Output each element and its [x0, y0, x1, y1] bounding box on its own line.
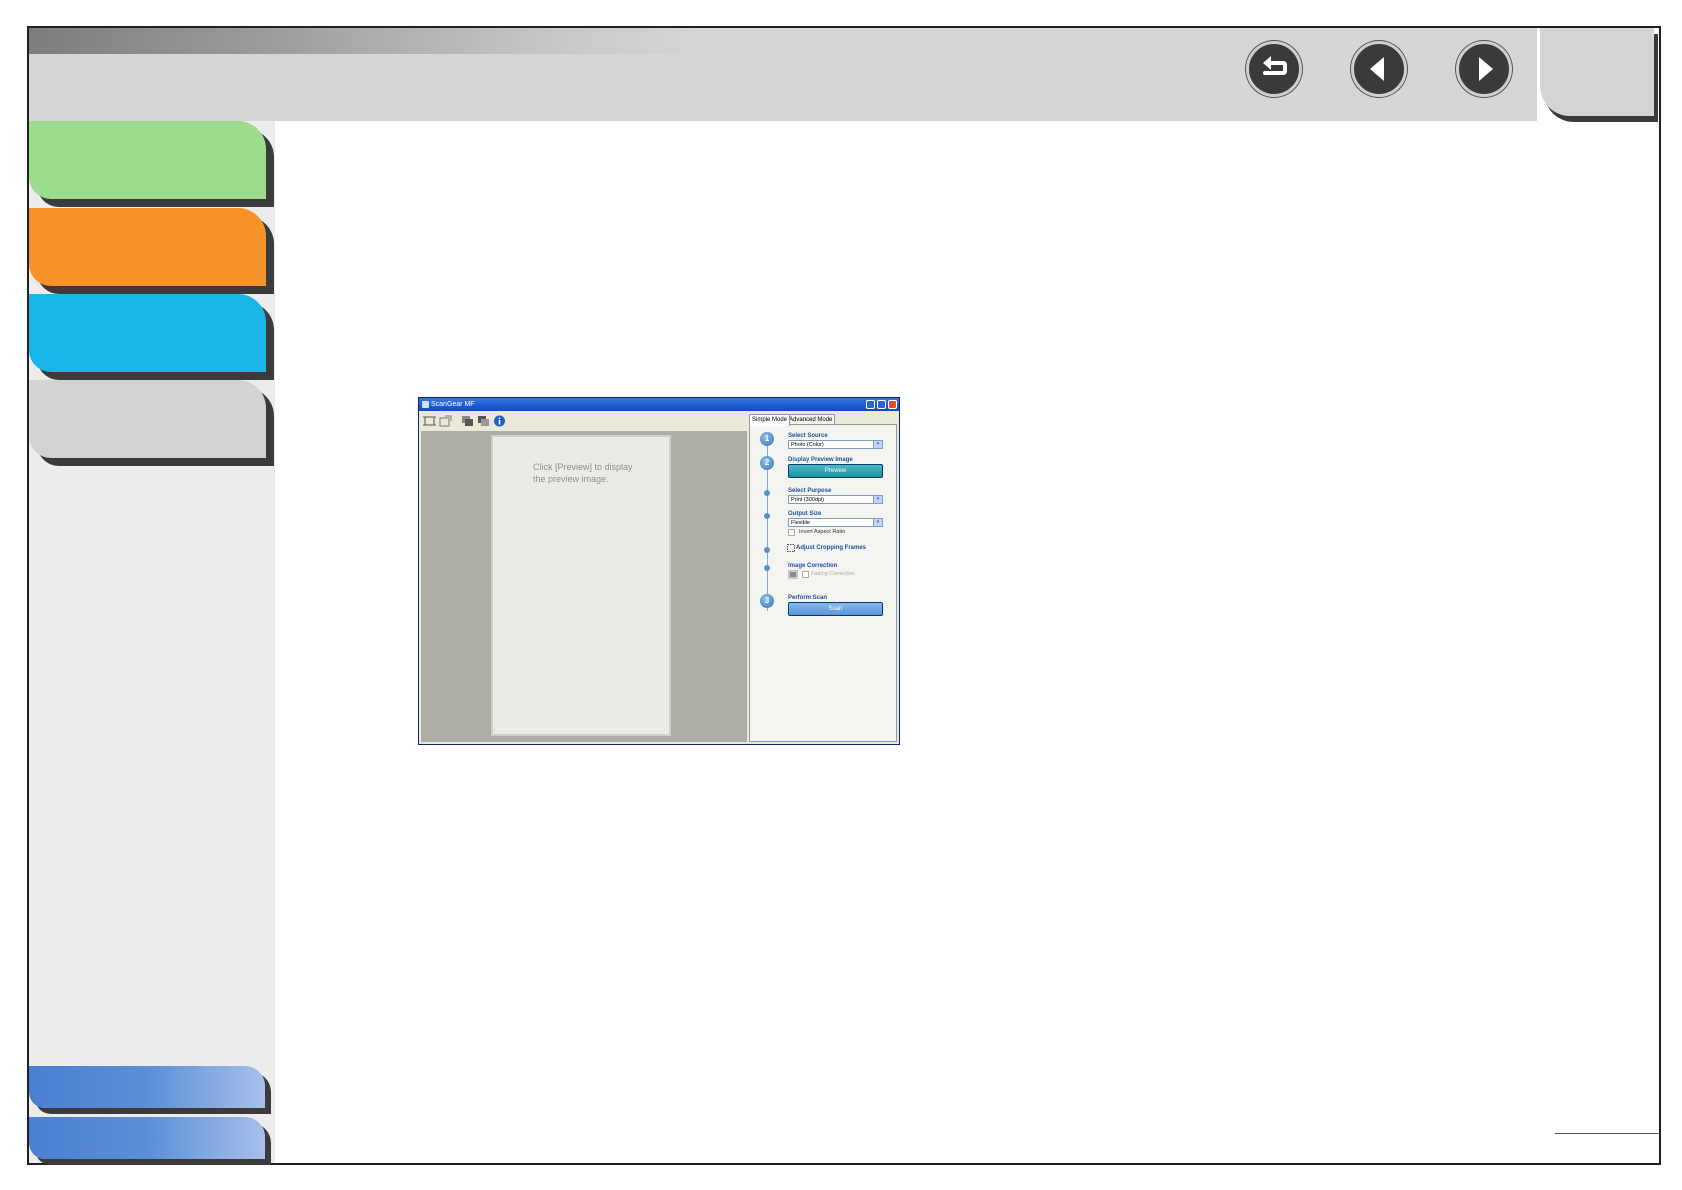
step-dot: [764, 490, 770, 496]
header-gradient-strip: [29, 28, 1537, 54]
simple-mode-body: 1 Select Source Photo (Color) ▾ 2 Display…: [749, 424, 897, 742]
step-1-badge: 1: [760, 432, 774, 446]
preview-area[interactable]: Click [Preview] to display the preview i…: [421, 431, 747, 742]
chevron-down-icon: ▾: [873, 519, 882, 526]
display-preview-label: Display Preview Image: [788, 457, 853, 463]
image-correction-label: Image Correction: [788, 563, 838, 569]
sidebar-tab-gray[interactable]: [29, 380, 266, 458]
select-source-label: Select Source: [788, 433, 828, 439]
minimize-icon[interactable]: [866, 400, 875, 409]
auto-crop-icon[interactable]: [423, 415, 436, 427]
zoom-in-icon[interactable]: [461, 415, 474, 427]
info-icon[interactable]: [493, 415, 506, 427]
window-titlebar: ScanGear MF: [419, 398, 899, 411]
page-number-rule: [1555, 1133, 1660, 1134]
adjust-cropping-label[interactable]: Adjust Cropping Frames: [796, 545, 866, 551]
maximize-icon[interactable]: [877, 400, 886, 409]
invert-aspect-checkbox[interactable]: [788, 529, 795, 536]
close-icon[interactable]: [888, 400, 897, 409]
sidebar-bottom-tab-1[interactable]: [29, 1066, 265, 1108]
select-source-value: Photo (Color): [791, 442, 824, 448]
zoom-out-icon[interactable]: [477, 415, 490, 427]
step-3-badge: 3: [760, 594, 774, 608]
previous-page-icon: [1370, 57, 1384, 81]
fading-correction-checkbox[interactable]: [802, 571, 809, 578]
step-2-badge: 2: [760, 456, 774, 470]
select-source-dropdown[interactable]: Photo (Color) ▾: [788, 440, 883, 449]
preview-hint-text: Click [Preview] to display the preview i…: [533, 462, 633, 484]
tab-simple-mode[interactable]: Simple Mode: [749, 414, 791, 426]
header-bar: [29, 28, 1537, 121]
invert-aspect-label: Invert Aspect Ratio: [799, 529, 846, 535]
scangear-window: ScanGear MF Click [Preview] to display t…: [418, 397, 900, 745]
fading-correction-label: Fading Correction: [811, 571, 855, 577]
output-size-dropdown[interactable]: Flexible ▾: [788, 518, 883, 527]
select-purpose-dropdown[interactable]: Print (300dpi) ▾: [788, 495, 883, 504]
select-purpose-label: Select Purpose: [788, 488, 832, 494]
select-purpose-value: Print (300dpi): [791, 497, 825, 503]
settings-panel: Simple Mode Advanced Mode 1 Select Sourc…: [749, 414, 897, 742]
perform-scan-label: Perform Scan: [788, 595, 828, 601]
crop-frame-icon: [787, 544, 795, 552]
app-icon: [422, 401, 429, 408]
next-page-icon: [1479, 57, 1493, 81]
step-dot: [764, 513, 770, 519]
sidebar-tab-green[interactable]: [29, 121, 266, 199]
preview-button[interactable]: Preview: [788, 464, 883, 478]
scan-button[interactable]: Scan: [788, 602, 883, 616]
next-page-button[interactable]: [1456, 41, 1512, 97]
step-dot: [764, 547, 770, 553]
output-size-label: Output Size: [788, 511, 822, 517]
toolbar: [421, 413, 741, 429]
chevron-down-icon: ▾: [873, 496, 882, 503]
back-return-icon: [1263, 56, 1287, 75]
sidebar-bottom-tab-2[interactable]: [29, 1117, 265, 1159]
preview-paper: Click [Preview] to display the preview i…: [491, 435, 671, 736]
previous-page-button[interactable]: [1351, 41, 1407, 97]
sidebar-tab-orange[interactable]: [29, 208, 266, 286]
window-title: ScanGear MF: [431, 401, 475, 408]
output-size-value: Flexible: [791, 520, 810, 526]
corner-tab[interactable]: [1540, 28, 1654, 116]
step-dot: [764, 565, 770, 571]
back-return-button[interactable]: [1246, 41, 1302, 97]
fading-correction-icon: [788, 570, 798, 579]
chevron-down-icon: ▾: [873, 441, 882, 448]
sidebar-tab-blue[interactable]: [29, 294, 266, 372]
rotate-icon[interactable]: [439, 415, 452, 427]
